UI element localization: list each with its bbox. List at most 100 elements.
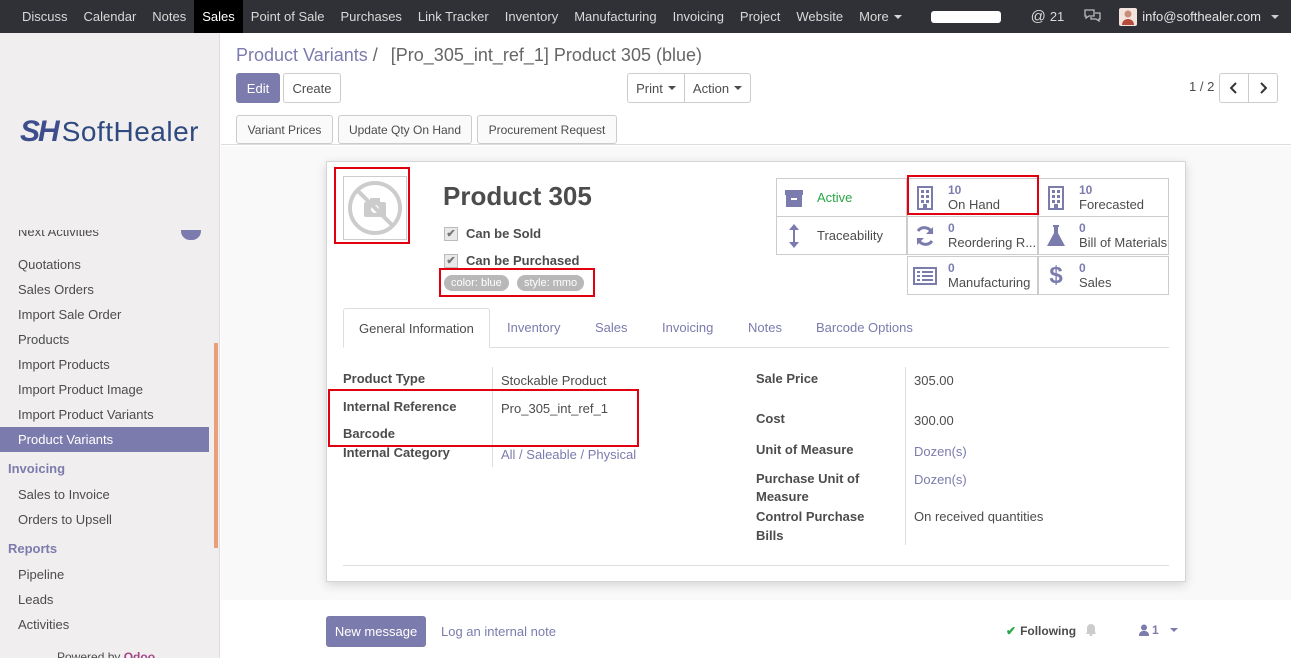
sidebar-item-product-variants[interactable]: Product Variants xyxy=(0,427,209,452)
cost-label: Cost xyxy=(756,411,785,426)
sidebar-partial-item[interactable]: Next Activities xyxy=(18,230,208,244)
menu-project[interactable]: Project xyxy=(732,0,788,33)
chat-icon[interactable] xyxy=(1084,8,1101,25)
log-note-button[interactable]: Log an internal note xyxy=(441,624,556,639)
tab-notes[interactable]: Notes xyxy=(748,308,782,348)
powered-by: Powered by Odoo xyxy=(57,650,207,658)
checkbox-checked-icon[interactable]: ✔ xyxy=(444,226,458,241)
menu-point-of-sale[interactable]: Point of Sale xyxy=(243,0,333,33)
procurement-request-button[interactable]: Procurement Request xyxy=(477,115,617,144)
menu-notes[interactable]: Notes xyxy=(144,0,194,33)
bell-icon[interactable] xyxy=(1085,623,1097,639)
chevron-down-icon xyxy=(1169,628,1178,632)
sidebar-header-reports[interactable]: Reports xyxy=(0,532,209,562)
forecasted-label: Forecasted xyxy=(1079,197,1145,212)
update-qty-button[interactable]: Update Qty On Hand xyxy=(338,115,472,144)
menu-link-tracker[interactable]: Link Tracker xyxy=(410,0,497,33)
menu-manufacturing[interactable]: Manufacturing xyxy=(566,0,664,33)
chevron-down-icon xyxy=(734,86,743,90)
tab-invoicing[interactable]: Invoicing xyxy=(662,308,713,348)
create-button[interactable]: Create xyxy=(283,73,341,103)
archive-icon xyxy=(777,188,811,208)
sidebar-item-import-products[interactable]: Import Products xyxy=(0,352,209,377)
sidebar-scrollbar[interactable] xyxy=(214,343,218,548)
reordering-value: 0 xyxy=(948,221,955,235)
active-label: Active xyxy=(817,190,853,205)
arrows-v-icon xyxy=(777,223,811,249)
tab-inventory[interactable]: Inventory xyxy=(507,308,560,348)
sidebar-item-import-product-image[interactable]: Import Product Image xyxy=(0,377,209,402)
manufacturing-label: Manufacturing xyxy=(948,275,1031,290)
traceability-button[interactable]: Traceability xyxy=(776,216,907,255)
reordering-label: Reordering R... xyxy=(948,235,1037,250)
pager-previous-button[interactable] xyxy=(1219,73,1249,103)
menu-more[interactable]: More xyxy=(851,0,910,33)
sidebar-item-import-sale-order[interactable]: Import Sale Order xyxy=(0,302,209,327)
product-type-value[interactable]: Stockable Product xyxy=(501,373,607,388)
sidebar-item-leads[interactable]: Leads xyxy=(0,587,209,612)
uom-value[interactable]: Dozen(s) xyxy=(914,444,967,459)
menu-website[interactable]: Website xyxy=(788,0,851,33)
reordering-stat: 0 Reordering R... xyxy=(948,221,1036,250)
sidebar-header-invoicing[interactable]: Invoicing xyxy=(0,452,209,482)
sidebar-item-sales-to-invoice[interactable]: Sales to Invoice xyxy=(0,482,209,507)
menu-inventory[interactable]: Inventory xyxy=(497,0,566,33)
reordering-button[interactable]: 0 Reordering R... xyxy=(907,216,1038,255)
variant-prices-button[interactable]: Variant Prices xyxy=(236,115,333,144)
action-button[interactable]: Action xyxy=(684,73,751,103)
sale-price-value[interactable]: 305.00 xyxy=(914,373,954,388)
manufacturing-button[interactable]: 0 Manufacturing xyxy=(907,256,1038,295)
purchase-uom-value[interactable]: Dozen(s) xyxy=(914,472,967,487)
can-be-sold[interactable]: ✔ Can be Sold xyxy=(444,226,541,241)
logo-mark: SH xyxy=(20,115,60,148)
product-name: Product 305 xyxy=(443,181,592,211)
at-icon: @ xyxy=(1030,8,1046,25)
control-purchase-bills-value[interactable]: On received quantities xyxy=(914,509,1043,524)
sidebar-item-sales-orders[interactable]: Sales Orders xyxy=(0,277,209,302)
can-be-sold-label: Can be Sold xyxy=(466,226,542,241)
print-button[interactable]: Print xyxy=(627,73,685,103)
menu-discuss[interactable]: Discuss xyxy=(14,0,76,33)
menu-invoicing[interactable]: Invoicing xyxy=(665,0,732,33)
edit-button[interactable]: Edit xyxy=(236,73,280,103)
sidebar-item-activities[interactable]: Activities xyxy=(0,612,209,637)
cost-value[interactable]: 300.00 xyxy=(914,413,954,428)
sidebar-item-import-product-variants[interactable]: Import Product Variants xyxy=(0,402,209,427)
followers-button[interactable]: 1 xyxy=(1139,623,1178,637)
breadcrumb-separator: / xyxy=(372,45,378,65)
sidebar-item-orders-to-upsell[interactable]: Orders to Upsell xyxy=(0,507,209,532)
menu-purchases[interactable]: Purchases xyxy=(333,0,410,33)
sidebar-item-next-activities: Next Activities xyxy=(18,230,99,239)
refresh-icon xyxy=(908,225,942,247)
product-type-label: Product Type xyxy=(343,371,426,386)
mentions-button[interactable]: @ 21 xyxy=(1031,8,1065,25)
can-be-purchased-label: Can be Purchased xyxy=(466,253,580,268)
avatar xyxy=(1119,7,1138,26)
control-label-line2: Bills xyxy=(756,528,784,543)
can-be-purchased[interactable]: ✔ Can be Purchased xyxy=(444,253,579,268)
mentions-count: 21 xyxy=(1049,9,1065,24)
menu-calendar[interactable]: Calendar xyxy=(76,0,145,33)
menu-sales[interactable]: Sales xyxy=(194,0,243,33)
following-button[interactable]: ✔ Following xyxy=(1006,624,1076,638)
new-message-button[interactable]: New message xyxy=(326,616,426,647)
internal-category-value[interactable]: All / Saleable / Physical xyxy=(501,447,636,462)
tab-barcode-options[interactable]: Barcode Options xyxy=(816,308,913,348)
tab-sales[interactable]: Sales xyxy=(595,308,628,348)
dollar-icon: $ xyxy=(1049,261,1063,289)
pager-next-button[interactable] xyxy=(1248,73,1278,103)
active-button[interactable]: Active xyxy=(776,178,907,217)
sidebar-item-quotations[interactable]: Quotations xyxy=(0,252,209,277)
tab-general-information[interactable]: General Information xyxy=(343,308,490,348)
purchase-uom-label-line2: Measure xyxy=(756,489,809,504)
forecasted-button[interactable]: 10 Forecasted xyxy=(1038,178,1169,217)
powered-by-brand[interactable]: Odoo xyxy=(124,650,155,658)
sales-button[interactable]: $ 0 Sales xyxy=(1038,256,1169,295)
breadcrumb-parent[interactable]: Product Variants xyxy=(236,45,368,65)
checkbox-checked-icon[interactable]: ✔ xyxy=(444,253,458,268)
user-menu[interactable]: info@softhealer.com xyxy=(1119,7,1279,26)
section-divider xyxy=(343,565,1169,566)
sidebar-item-pipeline[interactable]: Pipeline xyxy=(0,562,209,587)
sidebar-item-products[interactable]: Products xyxy=(0,327,209,352)
bill-of-materials-button[interactable]: 0 Bill of Materials xyxy=(1038,216,1169,255)
